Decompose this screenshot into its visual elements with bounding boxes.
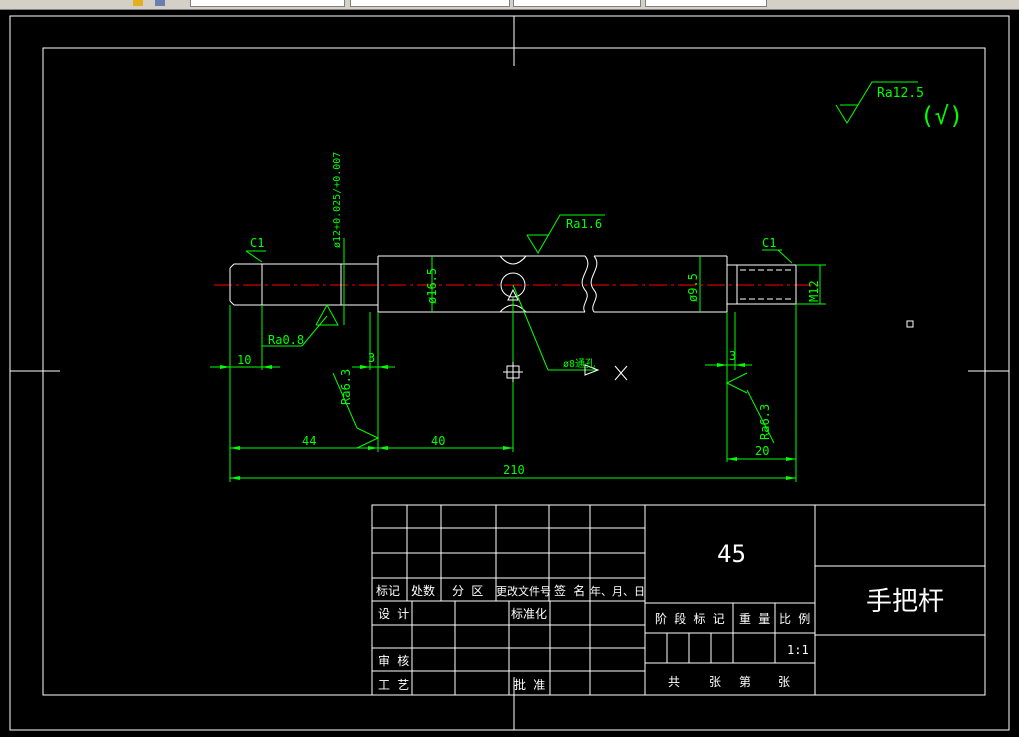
scale-value: 1:1 (787, 643, 809, 657)
row-standard: 标准化 (511, 607, 547, 621)
drawing-canvas[interactable]: Ra12.5 (√) C1 C1 Ra1.6 Ra0.8 Ra6.3 Ra6.3… (0, 10, 1019, 737)
dim-10: 10 (237, 353, 251, 367)
dim-d9-5: ø9.5 (686, 273, 700, 302)
row-design: 设 计 (378, 607, 409, 621)
roughness-left-shoulder-label: Ra6.3 (339, 369, 353, 405)
stage-mark: 阶 段 标 记 (655, 611, 725, 626)
dim-hole: ø8通孔 (563, 358, 595, 370)
general-roughness-label: Ra12.5 (877, 86, 924, 101)
dim-44: 44 (302, 434, 316, 448)
roughness-right-shoulder-label: Ra6.3 (758, 404, 772, 440)
sheets-unit1: 张 (709, 675, 721, 689)
col-docno: 更改文件号 (496, 584, 551, 598)
layer-properties-icon[interactable] (155, 0, 165, 6)
dim-m12: M12 (807, 280, 821, 302)
dim-d12-tolerance: ø12+0.025/+0.007 (332, 152, 343, 248)
sheets-total: 共 (668, 675, 680, 689)
sheets-unit2: 张 (778, 675, 790, 689)
col-count: 处数 (411, 583, 435, 598)
toolbar (0, 0, 1019, 10)
layer-state-icon[interactable] (133, 0, 143, 6)
dim-d16-5: ø16.5 (425, 268, 439, 304)
col-date: 年、月、日 (590, 584, 645, 598)
row-process: 工 艺 (378, 678, 409, 692)
roughness-left-diameter-label: Ra0.8 (268, 333, 304, 347)
scale-label: 比 例 (779, 612, 810, 626)
general-roughness-mark: (√) (920, 102, 963, 130)
col-zone: 分 区 (452, 584, 483, 598)
weight-label: 重 量 (739, 612, 770, 626)
dim-20: 20 (755, 444, 769, 458)
roughness-top-label: Ra1.6 (566, 217, 602, 231)
sheet-no: 第 (739, 675, 751, 689)
chamfer-right-label: C1 (762, 236, 776, 250)
dim-40: 40 (431, 434, 445, 448)
linetype-dropdown[interactable] (513, 0, 641, 7)
material-label: 45 (717, 540, 746, 568)
layer-dropdown[interactable] (190, 0, 345, 7)
chamfer-left-label: C1 (250, 236, 264, 250)
row-approve: 批 准 (514, 677, 545, 692)
dim-3-right: 3 (729, 349, 736, 363)
dim-210: 210 (503, 463, 525, 477)
row-review: 审 核 (378, 653, 409, 668)
part-name: 手把杆 (866, 587, 944, 617)
dim-3-left: 3 (368, 351, 375, 365)
lineweight-dropdown[interactable] (645, 0, 767, 7)
col-mark: 标记 (376, 584, 400, 598)
color-dropdown[interactable] (350, 0, 510, 7)
col-sign: 签 名 (554, 583, 585, 598)
